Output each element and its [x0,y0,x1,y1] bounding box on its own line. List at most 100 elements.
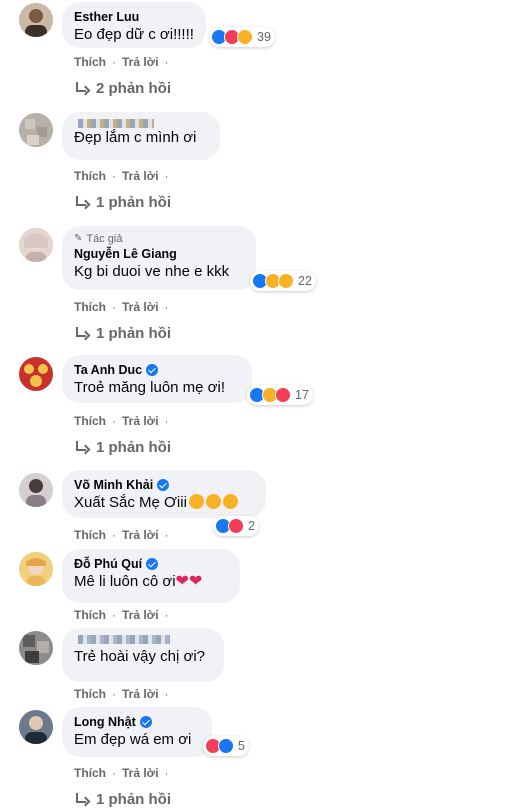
separator: · [164,608,169,622]
verified-badge-icon [146,558,159,570]
separator: · [112,300,116,314]
reply-arrow-icon [74,440,88,455]
avatar[interactable] [19,552,53,586]
author-name[interactable]: Esther Luu [74,9,194,25]
heart-emoji-icon: ❤ [188,573,203,590]
view-replies-button[interactable]: 1 phản hồi [74,325,171,342]
author-name[interactable] [74,635,212,644]
like-link[interactable]: Thích [74,608,106,622]
replies-label: 1 phản hồi [96,325,171,342]
avatar[interactable] [19,710,53,744]
view-replies-button[interactable]: 1 phản hồi [74,194,171,211]
reply-link[interactable]: Trả lời [122,766,159,780]
author-name[interactable]: Ta Anh Duc [74,362,240,378]
reaction-count: 22 [298,274,312,288]
reply-arrow-icon [74,195,88,210]
comment-actions: Thích · Trả lời · [74,414,175,428]
avatar[interactable] [19,473,53,507]
comment-bubble: Võ Minh Khải Xuất Sắc Mẹ Ơiii [62,470,266,518]
comment-text: Kg bi duoi ve nhe e kkk [74,263,230,280]
author-name[interactable]: Đỗ Phú Quí [74,556,228,572]
reply-arrow-icon [74,81,88,96]
comment-text-content: Mê li luôn cô ơi [74,573,176,590]
separator: · [112,687,116,701]
like-link[interactable]: Thích [74,300,106,314]
comment-text: Xuất Sắc Mẹ Ơiii [74,493,254,513]
like-link[interactable]: Thích [74,55,106,69]
separator: · [112,169,116,183]
comment-actions: Thích · Trả lời · [74,766,175,780]
reaction-count: 39 [257,30,271,44]
separator: · [164,687,169,701]
like-link[interactable]: Thích [74,414,106,428]
avatar[interactable] [19,3,53,37]
author-name[interactable] [74,119,208,128]
reply-link[interactable]: Trả lời [122,300,159,314]
love-reaction-icon [275,387,291,403]
like-reaction-icon [218,738,234,754]
author-name-text: Ta Anh Duc [74,363,143,377]
comment-actions: Thích · Trả lời · [74,528,175,542]
heart-emoji-icon: ❤ [175,573,189,590]
reaction-summary[interactable]: 39 [209,27,275,47]
comment-actions: Thích · Trả lời · [74,608,175,622]
like-link[interactable]: Thích [74,687,106,701]
reply-link[interactable]: Trả lời [122,55,159,69]
comment-bubble: ✎ Tác giả Nguyễn Lê Giang Kg bi duoi ve … [62,226,256,290]
comment-text: Troẻ măng luôn mẹ ơi! [74,379,226,396]
reply-link[interactable]: Trả lời [122,687,159,701]
separator: · [112,528,116,542]
comment-bubble: Trẻ hoài vậy chị ơi? [62,628,224,682]
heart-eyes-emoji-icon [205,494,221,509]
heart-eyes-emoji-icon [222,494,238,509]
comment-bubble: Đỗ Phú Quí Mê li luôn cô ơi❤❤ [62,549,240,603]
separator: · [164,300,169,314]
comment-text: Eo đẹp dữ c ơi!!!!! [74,26,194,43]
reaction-summary[interactable]: 5 [203,736,249,756]
separator: · [164,55,169,69]
view-replies-button[interactable]: 1 phản hồi [74,439,171,456]
heart-eyes-emoji-icon [188,494,204,509]
verified-badge-icon [139,716,152,728]
reaction-count: 17 [295,388,309,402]
replies-label: 1 phản hồi [96,791,171,808]
reply-arrow-icon [74,326,88,341]
avatar[interactable] [19,357,53,391]
reply-link[interactable]: Trả lời [122,608,159,622]
separator: · [112,414,116,428]
comment-bubble: Esther Luu Eo đẹp dữ c ơi!!!!! [62,2,206,48]
reply-arrow-icon [74,792,88,807]
author-name[interactable]: Nguyễn Lê Giang [74,246,244,262]
avatar[interactable] [19,631,53,665]
author-name[interactable]: Long Nhật [74,714,200,730]
like-link[interactable]: Thích [74,766,106,780]
author-name-text: Long Nhật [74,715,136,729]
reply-link[interactable]: Trả lời [122,414,159,428]
reply-link[interactable]: Trả lời [122,169,159,183]
comment-text: Đẹp lắm c mình ơi [74,129,197,146]
replies-label: 1 phản hồi [96,439,171,456]
comment-actions: Thích · Trả lời · [74,300,175,314]
author-name[interactable]: Võ Minh Khải [74,477,254,493]
comment-bubble: Ta Anh Duc Troẻ măng luôn mẹ ơi! [62,355,252,403]
comment-text-content: Xuất Sắc Mẹ Ơiii [74,494,187,511]
author-badge-label: Tác giả [86,233,123,245]
view-replies-button[interactable]: 2 phản hồi [74,80,171,97]
avatar[interactable] [19,113,53,147]
reply-link[interactable]: Trả lời [122,528,159,542]
reaction-summary[interactable]: 2 [213,516,259,536]
reaction-summary[interactable]: 22 [250,271,316,291]
comment-bubble: Long Nhật Em đẹp wá em ơi [62,707,212,757]
separator: · [164,766,169,780]
reaction-summary[interactable]: 17 [247,385,313,405]
like-link[interactable]: Thích [74,528,106,542]
verified-badge-icon [146,364,159,376]
avatar[interactable] [19,228,53,262]
comment-text: Trẻ hoài vậy chị ơi? [74,648,206,665]
author-badge: ✎ Tác giả [74,232,244,246]
separator: · [112,55,116,69]
like-link[interactable]: Thích [74,169,106,183]
author-name-text: Đỗ Phú Quí [74,557,143,571]
view-replies-button[interactable]: 1 phản hồi [74,791,171,808]
separator: · [164,414,169,428]
